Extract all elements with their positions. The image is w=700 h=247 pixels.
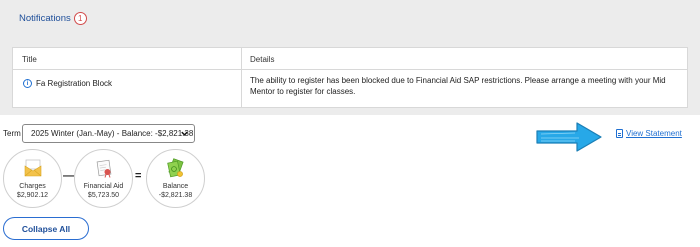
collapse-all-button[interactable]: Collapse All bbox=[3, 217, 89, 240]
arrow-right-icon bbox=[536, 122, 602, 152]
notifications-table: Title Details i Fa Registration Block Th… bbox=[12, 47, 688, 108]
term-selected-value: 2025 Winter (Jan.-May) - Balance: -$2,82… bbox=[31, 129, 194, 138]
table-row-title-cell[interactable]: i Fa Registration Block bbox=[23, 79, 112, 88]
financial-aid-label: Financial Aid bbox=[83, 183, 124, 190]
financial-aid-summary[interactable]: Financial Aid $5,723.50 bbox=[74, 149, 133, 208]
minus-operator: — bbox=[63, 170, 74, 182]
equals-operator: = bbox=[135, 170, 142, 182]
term-label: Term bbox=[3, 129, 21, 138]
table-header-row: Title Details bbox=[13, 48, 687, 70]
charges-label: Charges bbox=[19, 183, 46, 190]
view-statement-label[interactable]: View Statement bbox=[626, 129, 682, 138]
financial-aid-amount: $5,723.50 bbox=[87, 192, 120, 199]
column-header-details: Details bbox=[250, 55, 275, 64]
notifications-panel: Notifications 1 Title Details i Fa Regis… bbox=[0, 0, 700, 115]
charges-summary[interactable]: Charges $2,902.12 bbox=[3, 149, 62, 208]
charges-amount: $2,902.12 bbox=[16, 192, 49, 199]
notifications-header[interactable]: Notifications 1 bbox=[19, 12, 87, 25]
balance-label: Balance bbox=[162, 183, 189, 190]
term-select[interactable]: 2025 Winter (Jan.-May) - Balance: -$2,82… bbox=[22, 124, 195, 143]
money-icon bbox=[166, 158, 184, 178]
chevron-down-icon bbox=[181, 131, 188, 136]
notifications-title[interactable]: Notifications bbox=[19, 13, 71, 24]
notifications-count-badge: 1 bbox=[73, 12, 87, 25]
document-icon bbox=[616, 129, 623, 138]
envelope-icon bbox=[24, 159, 41, 177]
notification-title: Fa Registration Block bbox=[36, 79, 113, 88]
notification-details: The ability to register has been blocked… bbox=[250, 76, 666, 96]
balance-amount: -$2,821.38 bbox=[158, 192, 193, 199]
view-statement-link[interactable]: View Statement bbox=[616, 129, 682, 138]
info-icon: i bbox=[23, 79, 32, 88]
certificate-icon bbox=[96, 159, 111, 178]
column-header-title: Title bbox=[22, 55, 37, 64]
balance-summary[interactable]: Balance -$2,821.38 bbox=[146, 149, 205, 208]
